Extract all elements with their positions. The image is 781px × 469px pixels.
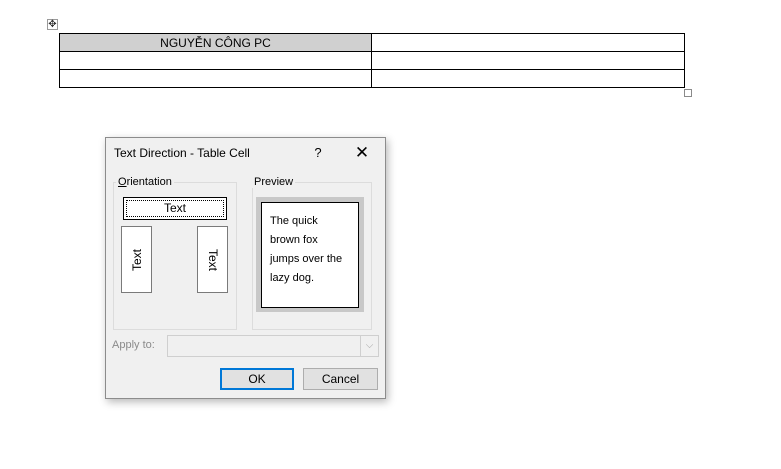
- orientation-bottom-to-top-option[interactable]: Text: [121, 226, 152, 293]
- table-cell[interactable]: [59, 69, 372, 88]
- preview-label: Preview: [252, 176, 296, 188]
- orientation-option-text: Text: [163, 201, 186, 215]
- table-cell[interactable]: [371, 69, 685, 88]
- table-move-handle-icon[interactable]: ✥: [47, 19, 58, 30]
- table-row: [59, 69, 685, 88]
- orientation-top-to-bottom-option[interactable]: Text: [197, 226, 228, 293]
- table-cell[interactable]: [59, 51, 372, 70]
- text-direction-dialog: Text Direction - Table Cell ? ✕ Orientat…: [105, 137, 386, 399]
- orientation-option-text: Text: [129, 248, 144, 271]
- orientation-horizontal-option[interactable]: Text: [123, 197, 227, 220]
- preview-line: lazy dog.: [270, 272, 315, 284]
- preview-frame: The quick brown fox jumps over the lazy …: [256, 197, 364, 312]
- document-table: NGUYỄN CÔNG PC: [59, 33, 685, 88]
- apply-to-label: Apply to:: [112, 339, 155, 351]
- help-button[interactable]: ?: [310, 144, 326, 162]
- table-cell[interactable]: NGUYỄN CÔNG PC: [59, 33, 372, 52]
- preview-page: The quick brown fox jumps over the lazy …: [261, 202, 359, 308]
- close-icon[interactable]: ✕: [352, 143, 372, 163]
- table-row: NGUYỄN CÔNG PC: [59, 33, 685, 52]
- orientation-label-accelerator: O: [118, 176, 127, 188]
- table-cell[interactable]: [371, 51, 685, 70]
- orientation-option-text: Text: [205, 248, 220, 271]
- table-resize-handle[interactable]: [684, 89, 692, 97]
- ok-button[interactable]: OK: [220, 368, 294, 390]
- preview-line: brown fox: [270, 234, 318, 246]
- cancel-button[interactable]: Cancel: [303, 368, 378, 390]
- orientation-label: Orientation: [116, 176, 174, 188]
- preview-line: The quick: [270, 215, 318, 227]
- table-cell[interactable]: [371, 33, 685, 52]
- table-row: [59, 51, 685, 70]
- chevron-down-icon[interactable]: ⌵: [360, 336, 378, 356]
- orientation-label-rest: rientation: [126, 176, 172, 188]
- apply-to-select[interactable]: ⌵: [167, 335, 379, 357]
- preview-line: jumps over the: [270, 253, 343, 265]
- dialog-title: Text Direction - Table Cell: [114, 146, 250, 160]
